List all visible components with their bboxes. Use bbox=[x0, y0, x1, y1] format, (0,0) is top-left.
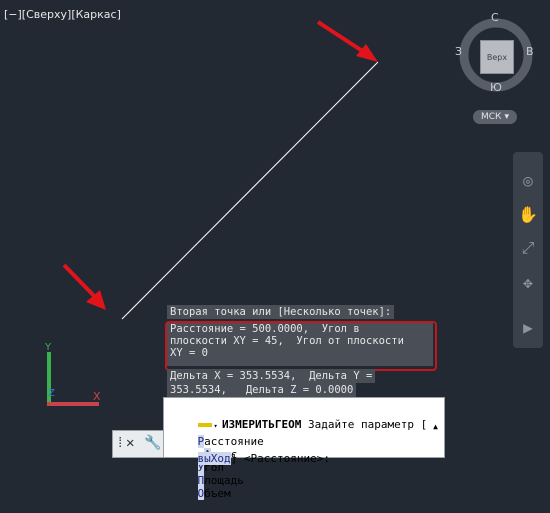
dynamic-input-prompt: Вторая точка или [Несколько точек]: bbox=[167, 305, 395, 319]
wrench-icon[interactable]: 🔧 bbox=[144, 435, 161, 451]
measured-line bbox=[121, 61, 379, 320]
option-volume[interactable]: Объем bbox=[197, 487, 231, 500]
showmotion-icon[interactable]: ▶ bbox=[518, 317, 538, 337]
command-line[interactable]: ▾ ИЗМЕРИТЬГЕОМ Задайте параметр [ Рассто… bbox=[163, 397, 445, 500]
annotation-arrow-top bbox=[316, 20, 378, 62]
orbit-icon[interactable]: ✥ bbox=[518, 272, 538, 292]
command-tail-row: выХод] <Расстояние>: bbox=[171, 439, 330, 478]
svg-text:Y: Y bbox=[44, 342, 52, 353]
ucs-menu-button[interactable]: МСК ▾ bbox=[473, 110, 517, 124]
ucs-label: МСК bbox=[481, 112, 502, 122]
command-prompt: Задайте параметр [ bbox=[308, 418, 428, 431]
ucs-icon: Y X Z bbox=[44, 342, 101, 406]
delta-line: Дельта X = 353.5534, Дельта Y = bbox=[167, 369, 376, 383]
chevron-down-icon: ▾ bbox=[504, 112, 509, 122]
viewcube[interactable]: С З В Ю Верх bbox=[450, 8, 534, 98]
option-exit[interactable]: выХод bbox=[197, 452, 231, 465]
scroll-up-icon[interactable]: ▲ bbox=[433, 420, 438, 433]
zoom-icon[interactable]: ⤢ bbox=[518, 238, 538, 258]
compass-north[interactable]: С bbox=[491, 11, 499, 24]
svg-text:X: X bbox=[93, 390, 101, 403]
navigation-bar[interactable]: ◎ ✋ ⤢ ✥ ▶ bbox=[513, 152, 543, 348]
annotation-arrow-bottom bbox=[62, 263, 106, 310]
grip-handle[interactable]: ⁞ bbox=[116, 435, 124, 452]
steering-wheel-icon[interactable]: ◎ bbox=[518, 170, 538, 190]
command-line-toolbar: ⁞ ✕ 🔧 bbox=[112, 430, 163, 458]
cube-face-top[interactable]: Верх bbox=[480, 40, 514, 74]
svg-text:Z: Z bbox=[48, 388, 55, 399]
close-icon[interactable]: ✕ bbox=[126, 435, 134, 451]
command-tail: ] <Расстояние>: bbox=[230, 452, 330, 465]
compass-south[interactable]: Ю bbox=[490, 81, 502, 94]
delta-line: 353.5534, Дельта Z = 0.0000 bbox=[167, 383, 357, 397]
pan-icon[interactable]: ✋ bbox=[518, 204, 538, 224]
compass-west[interactable]: З bbox=[455, 45, 462, 58]
compass-east[interactable]: В bbox=[526, 45, 534, 58]
highlight-box bbox=[165, 321, 437, 371]
